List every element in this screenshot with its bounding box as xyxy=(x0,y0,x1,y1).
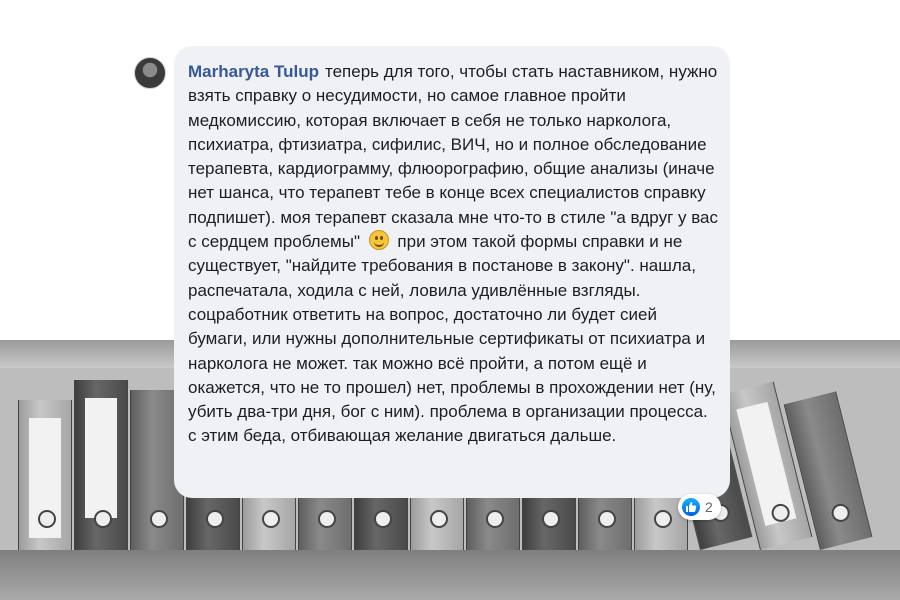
binder xyxy=(74,380,128,550)
like-icon xyxy=(682,498,700,516)
reaction-count: 2 xyxy=(705,499,713,515)
smiling-face-icon xyxy=(368,230,389,251)
comment-bubble: Marharyta Tulup теперь для того, чтобы ст… xyxy=(174,46,730,498)
binder xyxy=(18,400,72,550)
comment-text-part-1: теперь для того, чтобы стать наставником… xyxy=(188,62,719,252)
comment-text-part-2: при этом такой формы справки и не сущест… xyxy=(188,232,716,446)
author-name-link[interactable]: Marharyta Tulup xyxy=(188,62,319,81)
shelf-bottom xyxy=(0,550,900,600)
reactions-summary[interactable]: 2 xyxy=(678,494,721,520)
avatar[interactable] xyxy=(134,57,166,89)
comment-text: Marharyta Tulup теперь для того, чтобы ст… xyxy=(188,60,718,449)
